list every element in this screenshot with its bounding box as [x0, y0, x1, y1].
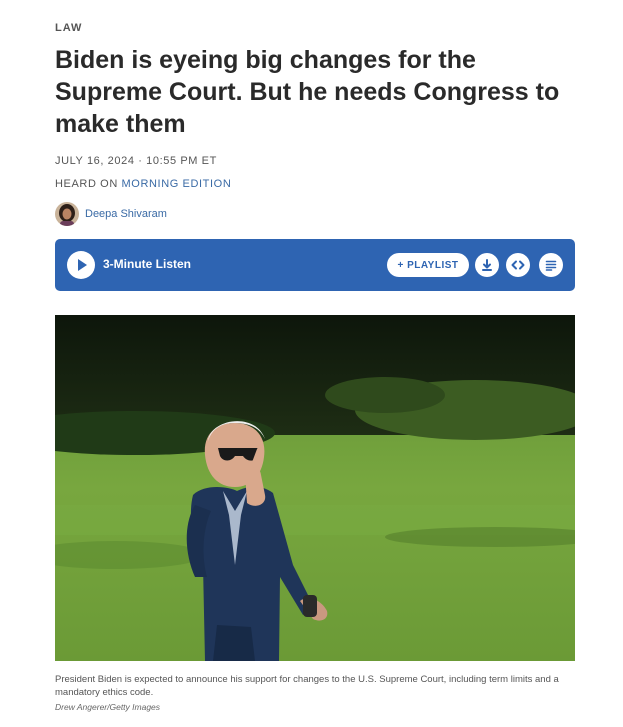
headline: Biden is eyeing big changes for the Supr…: [55, 46, 560, 138]
play-button[interactable]: [67, 251, 95, 279]
audio-player: 3-Minute Listen + PLAYLIST: [55, 239, 575, 291]
article-photo[interactable]: [55, 315, 575, 661]
photo-credit: Drew Angerer/Getty Images: [55, 702, 161, 712]
show-link[interactable]: MORNING EDITION: [122, 178, 232, 190]
photo-caption: President Biden is expected to announce …: [55, 674, 559, 698]
transcript-button[interactable]: [539, 253, 563, 277]
section-slug[interactable]: LAW: [55, 22, 82, 34]
heard-on: HEARD ON MORNING EDITION: [55, 178, 231, 190]
byline: Deepa Shivaram: [55, 202, 167, 226]
embed-icon: [511, 260, 525, 270]
download-button[interactable]: [475, 253, 499, 277]
add-to-playlist-button[interactable]: + PLAYLIST: [387, 253, 469, 277]
heard-on-prefix: HEARD ON: [55, 178, 122, 190]
author-name[interactable]: Deepa Shivaram: [85, 208, 167, 220]
play-icon: [78, 259, 87, 271]
embed-button[interactable]: [506, 253, 530, 277]
download-icon: [482, 259, 492, 271]
author-avatar[interactable]: [55, 202, 79, 226]
transcript-icon: [545, 260, 557, 271]
listen-duration-label: 3-Minute Listen: [103, 257, 192, 271]
biden-walking-photo: [55, 315, 575, 661]
dateline: JULY 16, 2024 · 10:55 PM ET: [55, 155, 217, 167]
